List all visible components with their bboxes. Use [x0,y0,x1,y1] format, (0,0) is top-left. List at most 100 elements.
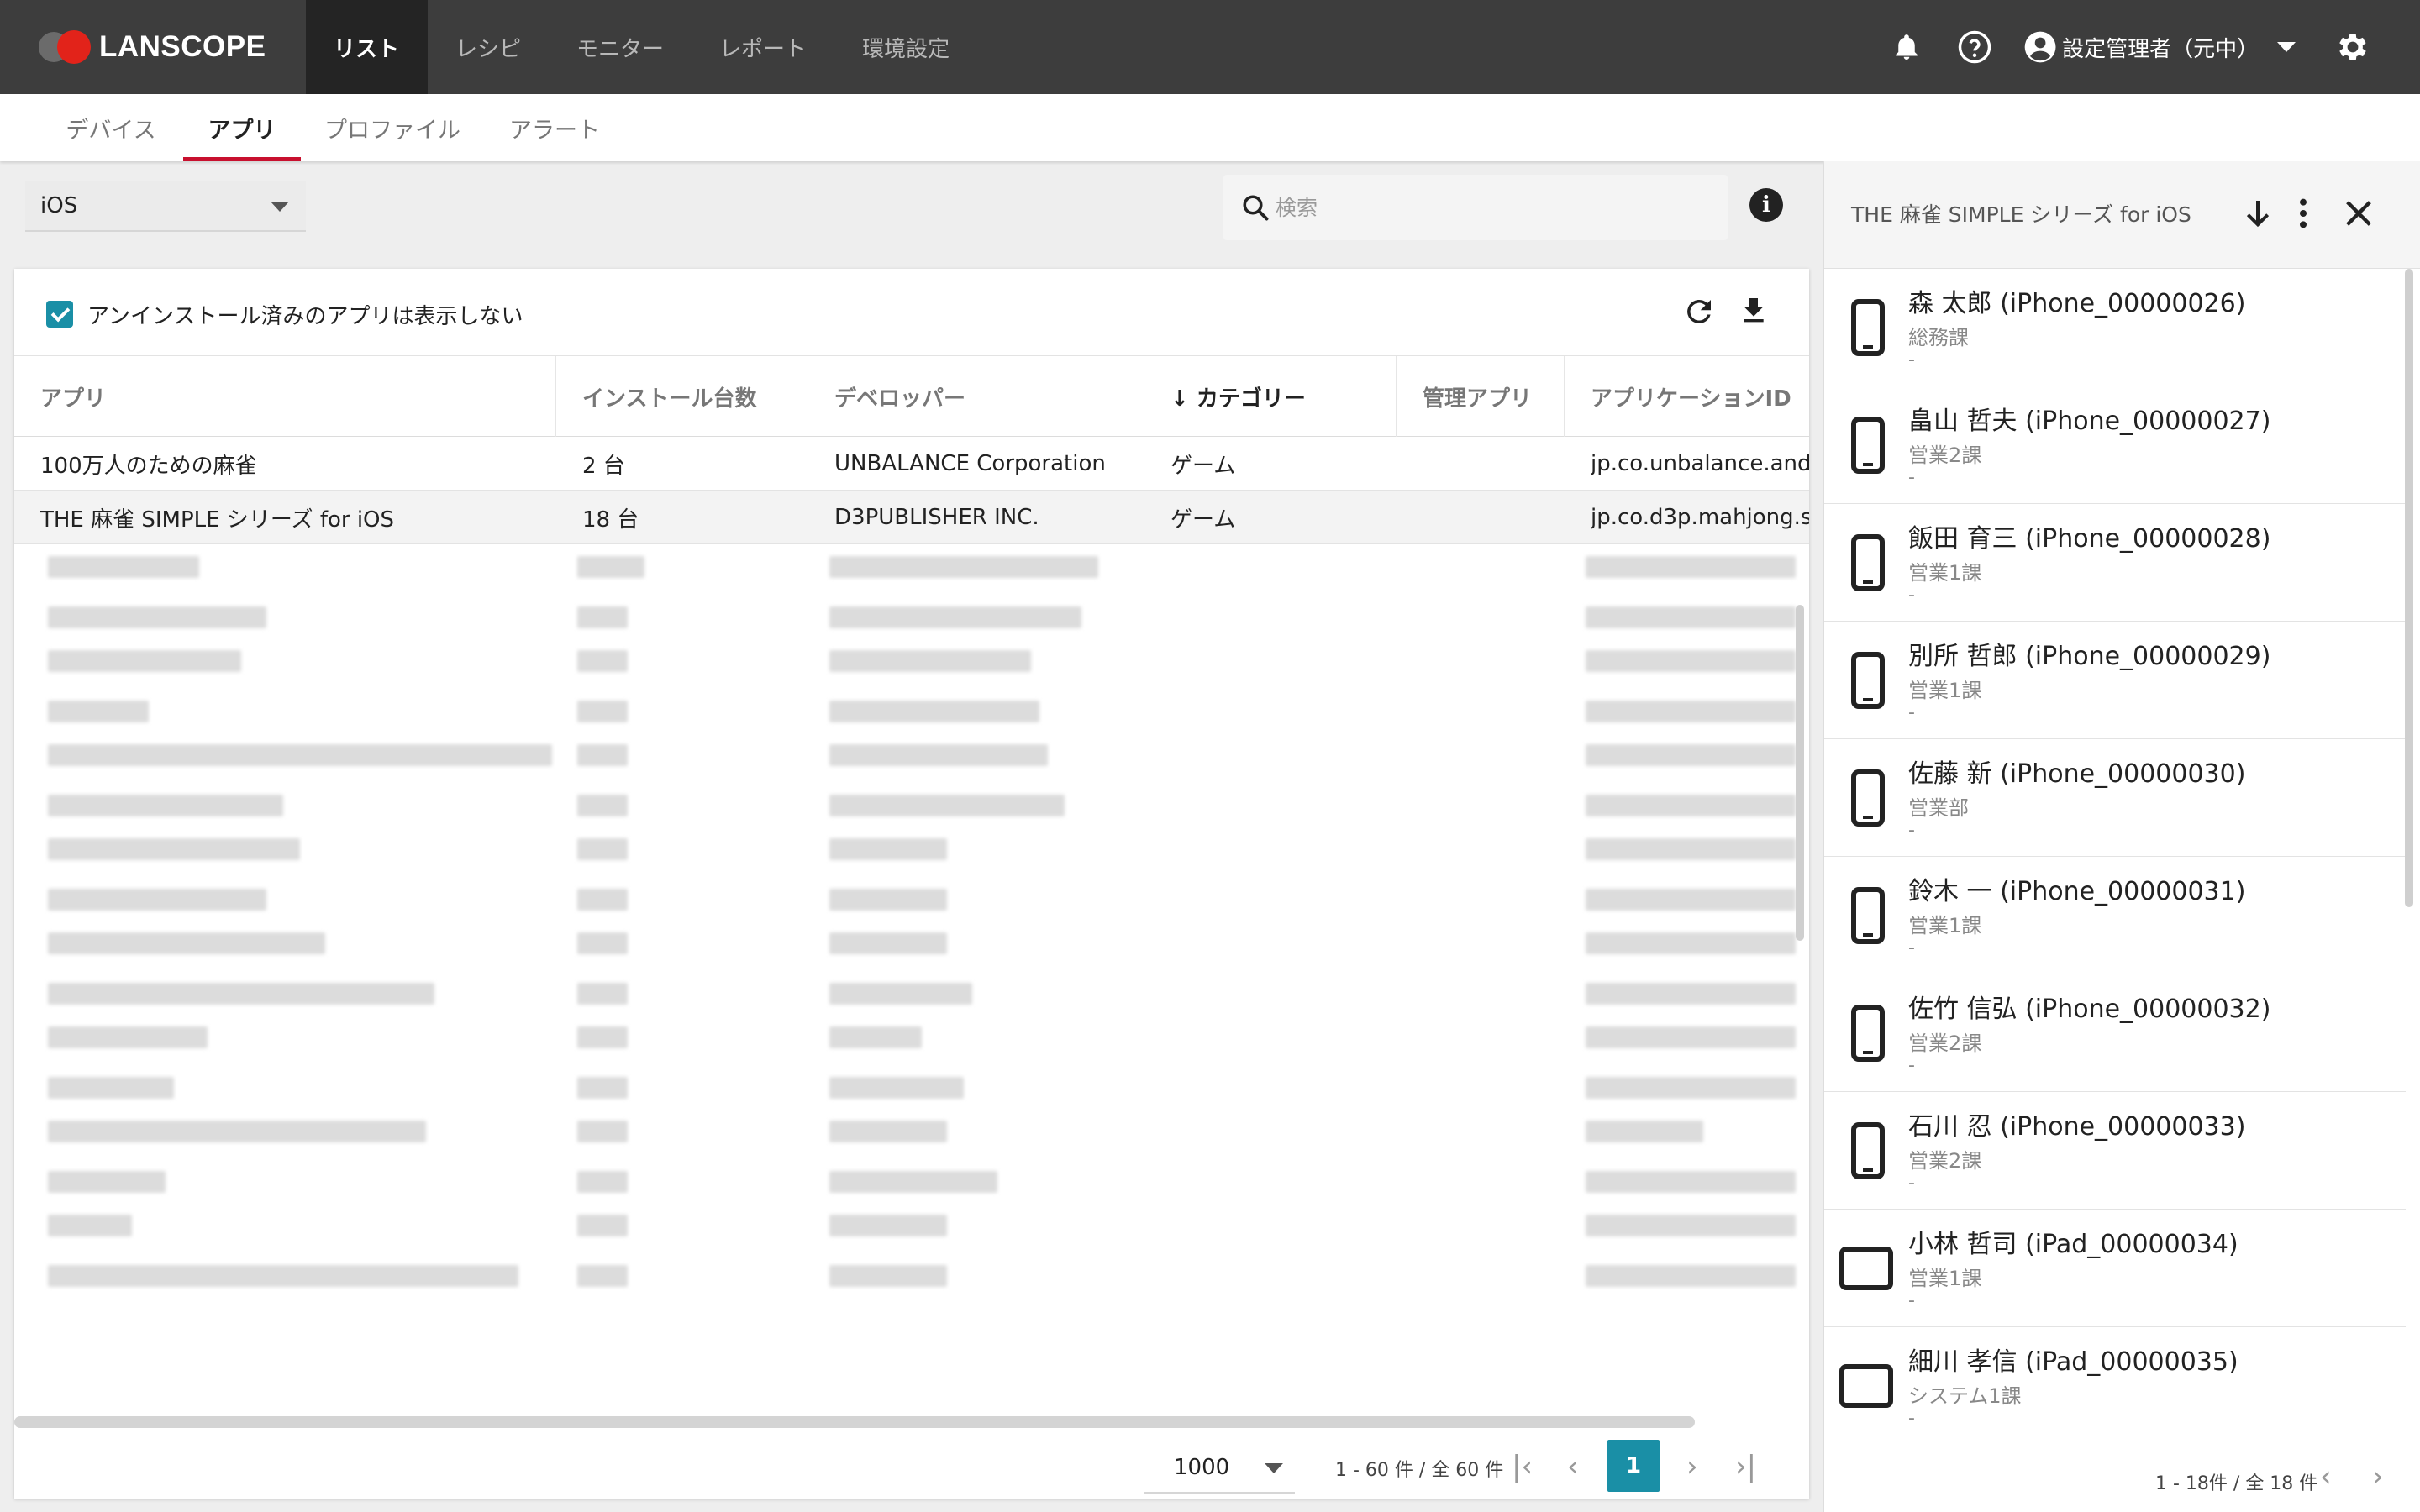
redacted-cell [1586,1026,1796,1048]
os-select[interactable]: iOS [25,181,306,232]
device-name: 森 太郎 (iPhone_00000026) [1908,289,2246,318]
device-extra: - [1908,702,1915,723]
device-extra: - [1908,349,1915,370]
redacted-cell [829,1121,947,1142]
table-row-selected[interactable]: THE 麻雀 SIMPLE シリーズ for iOS 18 台 D3PUBLIS… [14,491,1809,544]
column-header-app-id[interactable]: アプリケーションID [1565,356,1809,437]
device-extra: - [1908,820,1915,841]
close-icon[interactable] [2342,197,2375,234]
device-department: 営業2課 [1908,1032,1982,1055]
panel-prev-page-icon[interactable]: ‹ [2320,1460,2332,1494]
more-vertical-icon[interactable] [2296,197,2310,234]
device-list-item[interactable]: 畠山 哲夫 (iPhone_00000027) 営業2課 - [1824,386,2406,504]
column-header-category[interactable]: ↓ カテゴリー [1144,356,1397,437]
arrow-down-icon[interactable] [2241,197,2275,234]
nav-item-recipe[interactable]: レシピ [428,0,549,94]
help-icon[interactable] [1954,0,1995,94]
redacted-cell [48,744,552,766]
hide-uninstalled-checkbox[interactable] [46,301,73,328]
smartphone-icon [1851,1122,1885,1183]
table-vertical-scrollbar[interactable] [1796,605,1804,941]
device-name: 細川 孝信 (iPad_00000035) [1908,1347,2238,1377]
refresh-icon[interactable] [1681,294,1717,333]
nav-item-list[interactable]: リスト [306,0,429,94]
os-select-value: iOS [40,193,78,218]
redacted-cell [577,1121,628,1142]
device-list-item[interactable]: 飯田 育三 (iPhone_00000028) 営業1課 - [1824,504,2406,622]
column-header-app[interactable]: アプリ [14,356,556,437]
redacted-cell [829,1265,947,1287]
user-name: 設定管理者（元中） [2062,36,2260,62]
device-department: 営業1課 [1908,914,1982,937]
column-header-developer[interactable]: デベロッパー [808,356,1144,437]
redacted-cell [1586,838,1796,860]
device-department: システム1課 [1908,1384,2022,1408]
smartphone-icon [1851,299,1885,360]
device-list-item[interactable]: 細川 孝信 (iPad_00000035) システム1課 - [1824,1327,2406,1431]
redacted-cell [829,889,947,911]
redacted-cell [1586,1171,1796,1193]
cell-app-id: jp.co.unbalance.andr [1591,451,1809,476]
tab-profiles[interactable]: プロファイル [313,94,472,161]
per-page-select[interactable]: 1000 [1144,1445,1295,1494]
device-list-item[interactable]: 別所 哲郎 (iPhone_00000029) 営業1課 - [1824,622,2406,739]
device-list-item[interactable]: 佐竹 信弘 (iPhone_00000032) 営業2課 - [1824,974,2406,1092]
redacted-cell [829,838,947,860]
redacted-cell [48,650,241,672]
notification-bell-icon[interactable] [1887,0,1926,94]
device-list-item[interactable]: 石川 忍 (iPhone_00000033) 営業2課 - [1824,1092,2406,1210]
column-header-managed-app[interactable]: 管理アプリ [1397,356,1565,437]
nav-item-report[interactable]: レポート [692,0,834,94]
tab-alerts[interactable]: アラート [492,94,617,161]
chevron-down-icon [1265,1463,1283,1473]
panel-pagination: 1 - 18件 / 全 18 件 ‹ › [1824,1452,2420,1512]
table-pagination: 1000 1 - 60 件 / 全 60 件 |‹ ‹ 1 › ›| [14,1433,1809,1499]
logo-mark-icon [39,30,91,64]
search-input[interactable] [1276,175,1712,240]
device-list-item[interactable]: 小林 哲司 (iPad_00000034) 営業1課 - [1824,1210,2406,1327]
first-page-icon[interactable]: |‹ [1512,1450,1533,1483]
redacted-cell [48,889,266,911]
smartphone-icon [1851,769,1885,830]
device-department: 営業1課 [1908,1267,1982,1290]
nav-item-monitor[interactable]: モニター [549,0,692,94]
current-page-button[interactable]: 1 [1607,1440,1660,1492]
lanscope-logo[interactable]: LANSCOPE [39,30,266,64]
table-horizontal-scrollbar[interactable] [14,1416,1695,1428]
smartphone-icon [1851,887,1885,948]
redacted-cell [577,838,628,860]
panel-title: THE 麻雀 SIMPLE シリーズ for iOS [1851,202,2191,227]
cell-app-id: jp.co.d3p.mahjong.si [1591,505,1809,530]
user-menu[interactable]: 設定管理者（元中） [2023,0,2260,94]
search-box [1223,175,1728,240]
device-name: 畠山 哲夫 (iPhone_00000027) [1908,407,2271,436]
column-header-install-count[interactable]: インストール台数 [556,356,808,437]
gear-icon[interactable] [2333,0,2373,94]
user-menu-dropdown-icon[interactable] [2274,0,2299,94]
panel-next-page-icon[interactable]: › [2372,1460,2384,1494]
table-header: アプリ インストール台数 デベロッパー ↓ カテゴリー 管理アプリ アプリケーシ… [14,356,1809,437]
redacted-cell [577,1215,628,1236]
tab-apps[interactable]: アプリ [183,94,301,161]
cell-install-count: 18 台 [582,507,639,533]
next-page-icon[interactable]: › [1686,1450,1698,1483]
table-row[interactable]: 100万人のための麻雀 2 台 UNBALANCE Corporation ゲー… [14,437,1809,491]
redacted-cell [577,701,628,722]
device-list-item[interactable]: 鈴木 一 (iPhone_00000031) 営業1課 - [1824,857,2406,974]
prev-page-icon[interactable]: ‹ [1567,1450,1579,1483]
tab-devices[interactable]: デバイス [45,94,176,161]
panel-vertical-scrollbar[interactable] [2405,269,2413,907]
redacted-cell [829,1215,947,1236]
device-name: 小林 哲司 (iPad_00000034) [1908,1230,2238,1259]
sub-nav: デバイス アプリ プロファイル アラート [0,94,2420,161]
nav-item-settings[interactable]: 環境設定 [834,0,977,94]
device-list-item[interactable]: 佐藤 新 (iPhone_00000030) 営業部 - [1824,739,2406,857]
info-icon[interactable]: i [1749,188,1783,222]
redacted-cell [1586,744,1796,766]
device-extra: - [1908,1173,1915,1194]
redacted-cell [48,1265,518,1287]
last-page-icon[interactable]: ›| [1735,1450,1756,1483]
download-icon[interactable] [1737,292,1770,333]
device-name: 飯田 育三 (iPhone_00000028) [1908,524,2271,554]
device-list-item[interactable]: 森 太郎 (iPhone_00000026) 総務課 - [1824,269,2406,386]
